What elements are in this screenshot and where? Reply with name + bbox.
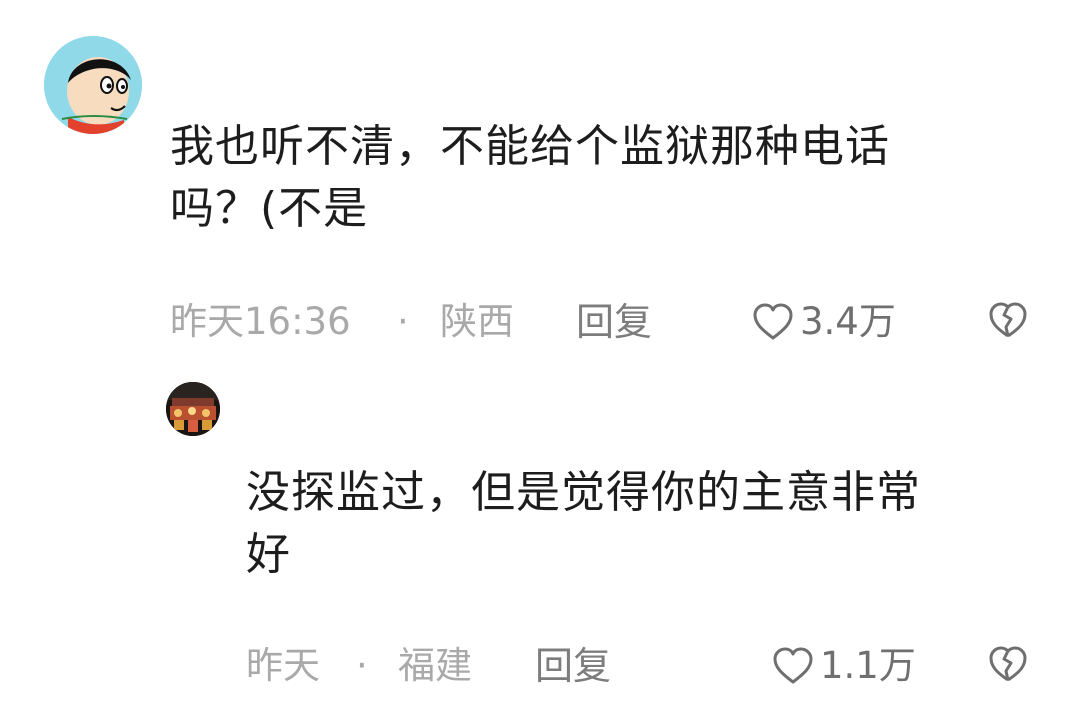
user-avatar[interactable] [44, 36, 142, 134]
meta-separator: · [356, 644, 368, 687]
like-count: 1.1万 [820, 644, 916, 687]
dislike-button[interactable] [988, 302, 1028, 340]
like-button[interactable]: 3.4万 [752, 300, 896, 344]
broken-heart-icon [988, 302, 1028, 340]
like-button[interactable]: 1.1万 [772, 644, 916, 688]
comment-time: 昨天16:36 [170, 300, 351, 343]
comment-time: 昨天 [246, 644, 320, 687]
reply-button[interactable]: 回复 [535, 644, 611, 688]
cartoon-avatar-icon [44, 36, 142, 134]
dislike-button[interactable] [988, 646, 1028, 684]
meta-separator: · [397, 300, 409, 343]
like-count: 3.4万 [800, 300, 896, 343]
comment-text: 我也听不清，不能给个监狱那种电话 吗？(不是 [170, 121, 890, 234]
comment-text: 没探监过，但是觉得你的主意非常 好 [246, 467, 921, 580]
photo-avatar-icon [166, 382, 220, 436]
heart-outline-icon [772, 646, 814, 686]
comment-location: 福建 [398, 644, 472, 687]
heart-outline-icon [752, 302, 794, 342]
comment-location: 陕西 [440, 300, 514, 343]
user-avatar[interactable] [166, 382, 220, 436]
broken-heart-icon [988, 646, 1028, 684]
reply-button[interactable]: 回复 [576, 300, 652, 344]
